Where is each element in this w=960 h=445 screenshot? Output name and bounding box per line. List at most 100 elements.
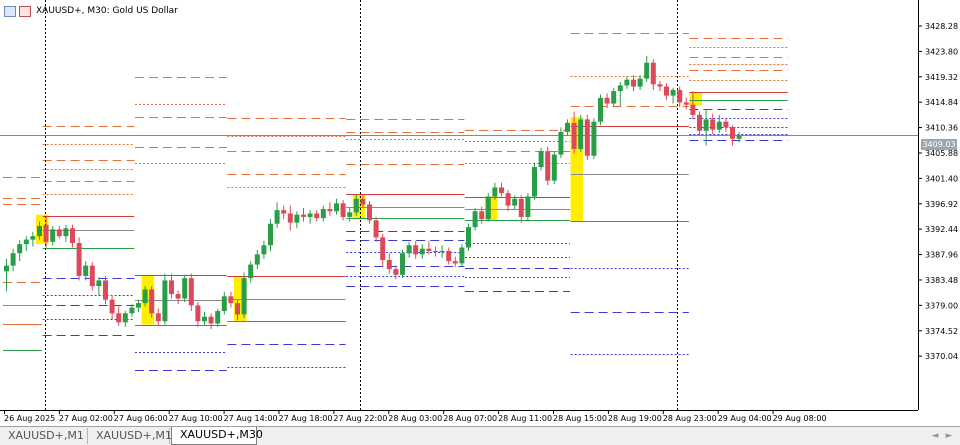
candle-body xyxy=(697,114,702,131)
price-axis[interactable]: 3428.28 3423.80 3419.32 3414.84 3410.36 3405.… xyxy=(918,22,958,361)
candle-body xyxy=(162,280,168,322)
candle-body xyxy=(116,313,122,323)
time-tick-label: 27 Aug 10:00 xyxy=(169,414,223,423)
candle-body xyxy=(512,198,518,206)
candle-body xyxy=(188,278,194,306)
candle-body xyxy=(505,193,511,206)
candle-body xyxy=(301,214,306,217)
tab-xauusd-m1-first[interactable]: XAUUSD+,M1 xyxy=(0,428,88,444)
candle-body xyxy=(538,151,544,168)
candle-body xyxy=(525,196,531,217)
highlight-zone xyxy=(689,92,702,106)
candle-body xyxy=(340,203,346,217)
time-tick-label: 29 Aug 08:00 xyxy=(773,414,827,423)
candle-body xyxy=(558,131,564,155)
candle-body xyxy=(136,303,141,308)
candle-body xyxy=(327,208,333,212)
candle-body xyxy=(664,86,669,96)
candle-body xyxy=(485,196,491,220)
candle-body xyxy=(109,299,115,314)
scroll-left-icon[interactable]: ◄ xyxy=(929,430,941,442)
candle-body xyxy=(683,102,689,105)
candle-body xyxy=(76,243,82,276)
candle-body xyxy=(459,247,465,264)
candle-body xyxy=(598,97,603,122)
candle-body xyxy=(221,296,227,312)
price-tick-label: 3392.44 xyxy=(925,225,958,234)
candle-body xyxy=(565,122,570,132)
candle-body xyxy=(406,245,412,254)
candle-body xyxy=(657,84,663,87)
candle-body xyxy=(56,229,62,237)
candle-body xyxy=(182,278,188,299)
candle-body xyxy=(215,311,221,324)
price-tick-label: 3414.84 xyxy=(925,98,958,107)
candle-body xyxy=(380,237,386,261)
candle-body xyxy=(551,154,557,181)
price-tick-label: 3419.32 xyxy=(925,73,958,82)
price-tick-label: 3428.28 xyxy=(925,22,958,31)
candle-body xyxy=(103,280,108,300)
plot-area xyxy=(0,0,918,410)
candle-body xyxy=(631,79,636,87)
candle-body xyxy=(149,289,155,314)
candle-body xyxy=(571,122,577,149)
candle-body xyxy=(254,254,260,265)
candle-body xyxy=(650,62,656,85)
candle-body xyxy=(360,198,366,205)
time-tick-label: 27 Aug 02:00 xyxy=(59,414,113,423)
candle-body xyxy=(644,62,650,79)
candle-body xyxy=(492,187,498,197)
price-tick-label: 3387.96 xyxy=(925,251,958,260)
candle-body xyxy=(617,85,623,92)
candle-body xyxy=(472,211,478,228)
candle-body xyxy=(439,250,445,253)
candle-body xyxy=(584,119,590,156)
candlestick-chart[interactable]: 3428.28 3423.80 3419.32 3414.84 3410.36 3405.… xyxy=(0,0,960,426)
time-tick-label: 28 Aug 19:00 xyxy=(608,414,662,423)
current-price-label: 3409.03 xyxy=(921,139,957,150)
candle-body xyxy=(23,239,29,245)
candle-body xyxy=(690,104,696,115)
candle-body xyxy=(155,313,161,322)
candle-body xyxy=(314,213,320,219)
chart-properties-icon[interactable] xyxy=(19,5,31,17)
price-tick-label: 3383.48 xyxy=(925,276,958,285)
price-tick-label: 3410.36 xyxy=(925,124,958,133)
tab-xauusd-m1-second[interactable]: XAUUSD+,M1 xyxy=(88,428,172,444)
scroll-right-icon[interactable]: ► xyxy=(943,430,955,442)
candle-body xyxy=(532,167,537,197)
candle-body xyxy=(294,214,300,223)
price-tick-label: 3401.40 xyxy=(925,174,958,183)
chart-tab-bar: XAUUSD+,M1 XAUUSD+,M1 XAUUSD+,M30 ◄ ► xyxy=(0,426,960,445)
candle-body xyxy=(367,204,372,221)
time-tick-label: 26 Aug 2025 xyxy=(4,414,55,423)
chart-window-icon[interactable] xyxy=(4,5,16,17)
candle-body xyxy=(736,135,742,139)
time-tick-label: 28 Aug 15:00 xyxy=(553,414,607,423)
price-tick-label: 3370.04 xyxy=(925,352,958,361)
tab-xauusd-m30[interactable]: XAUUSD+,M30 xyxy=(171,427,263,445)
candle-body xyxy=(70,228,75,244)
time-tick-label: 27 Aug 18:00 xyxy=(279,414,333,423)
chart-window[interactable]: 3428.28 3423.80 3419.32 3414.84 3410.36 3405.… xyxy=(0,0,960,426)
candle-body xyxy=(334,203,339,212)
candle-body xyxy=(347,212,353,217)
candle-body xyxy=(730,127,735,139)
candle-body xyxy=(446,250,452,262)
candle-body xyxy=(703,119,709,131)
candle-body xyxy=(96,280,102,287)
candle-body xyxy=(202,316,207,322)
time-axis[interactable]: 26 Aug 2025 27 Aug 02:00 27 Aug 06:00 27 Au… xyxy=(4,410,827,423)
time-tick-label: 28 Aug 03:00 xyxy=(388,414,442,423)
candle-body xyxy=(83,265,89,276)
candle-body xyxy=(307,213,313,217)
candle-body xyxy=(670,89,676,96)
candle-body xyxy=(637,78,643,87)
candle-body xyxy=(353,198,359,213)
time-tick-label: 27 Aug 14:00 xyxy=(224,414,278,423)
chart-header: XAUUSD+, M30: Gold US Dollar xyxy=(4,3,178,19)
candle-body xyxy=(235,303,240,315)
candle-body xyxy=(479,211,485,220)
candle-body xyxy=(17,244,23,254)
